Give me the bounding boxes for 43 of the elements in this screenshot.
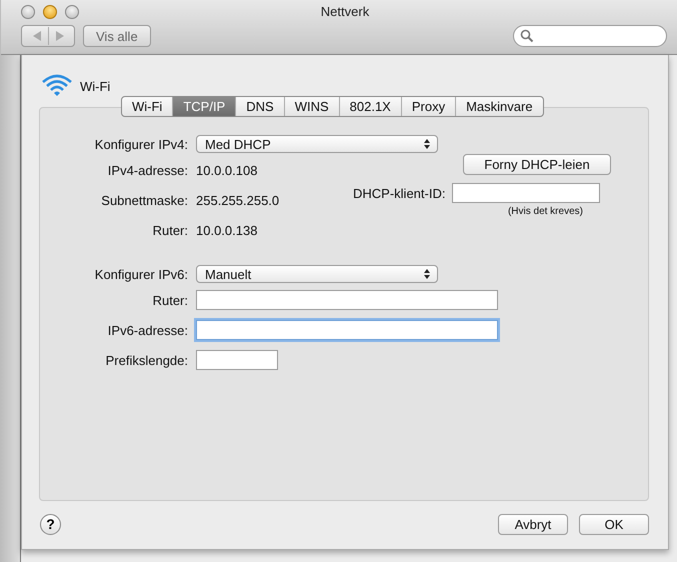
tab[interactable]: TCP/IP <box>173 97 236 116</box>
client-id-field[interactable] <box>452 183 600 203</box>
stepper-icon <box>423 138 431 150</box>
field-label: Subnettmaske: <box>100 192 188 208</box>
tab[interactable]: DNS <box>236 97 285 116</box>
renew-dhcp-button[interactable]: Forny DHCP-leien <box>463 154 611 174</box>
show-all-button[interactable]: Vis alle <box>83 25 151 47</box>
tab[interactable]: 802.1X <box>340 97 402 116</box>
search-icon <box>520 29 534 43</box>
help-button[interactable]: ? <box>40 514 61 534</box>
input-field[interactable] <box>196 350 278 370</box>
back-forward-control[interactable] <box>21 25 75 47</box>
dialog-button[interactable]: Avbryt <box>498 514 568 534</box>
input-field[interactable] <box>196 320 498 340</box>
input-field[interactable] <box>196 290 498 310</box>
field-label: Ruter: <box>152 222 188 238</box>
field-label: Konfigurer IPv6: <box>94 266 188 282</box>
search-field[interactable] <box>513 25 667 47</box>
field-label: DHCP-klient-ID: <box>353 186 446 201</box>
field-label: IPv6-adresse: <box>106 322 188 338</box>
tab[interactable]: WINS <box>284 97 340 116</box>
field-label: IPv4-adresse: <box>106 162 188 178</box>
minimize-icon[interactable] <box>43 5 57 19</box>
close-icon[interactable] <box>21 5 35 19</box>
field-value: 10.0.0.138 <box>196 222 258 238</box>
field-label: Ruter: <box>152 292 188 308</box>
window-title: Nettverk <box>320 4 370 18</box>
field-value: 10.0.0.108 <box>196 162 258 178</box>
dialog-button[interactable]: OK <box>579 514 649 534</box>
interface-name: Wi-Fi <box>80 78 110 94</box>
wifi-icon <box>41 73 73 99</box>
forward-icon[interactable] <box>54 30 64 42</box>
tab[interactable]: Proxy <box>402 97 456 116</box>
stepper-icon <box>423 268 431 280</box>
hint-text: (Hvis det kreves) <box>508 206 583 217</box>
tab[interactable]: Maskinvare <box>456 97 543 116</box>
field-label: Konfigurer IPv4: <box>94 136 188 152</box>
back-icon[interactable] <box>32 30 42 42</box>
ipv4-popup[interactable]: Med DHCP <box>196 135 438 153</box>
ipv6-popup[interactable]: Manuelt <box>196 265 438 283</box>
zoom-icon[interactable] <box>65 5 79 19</box>
field-value: 255.255.255.0 <box>196 192 280 208</box>
field-label: Prefikslengde: <box>104 352 188 368</box>
